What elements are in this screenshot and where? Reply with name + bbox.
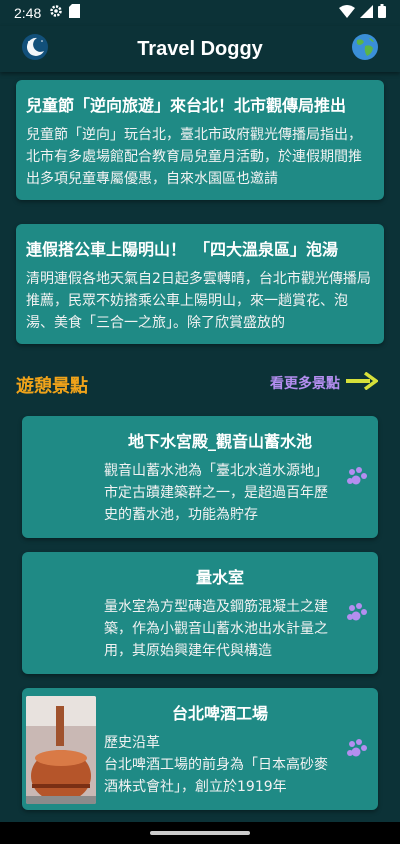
status-time: 2:48 <box>14 5 42 21</box>
arrow-right-icon <box>346 371 379 394</box>
status-bar: 2:48 <box>0 0 400 26</box>
news-title: 兒童節「逆向旅遊」來台北！北市觀傳局推出 <box>26 96 347 115</box>
wifi-icon <box>339 4 355 22</box>
battery-icon <box>378 4 386 22</box>
app-bar: Travel Doggy <box>0 26 400 72</box>
paw-icon[interactable] <box>346 602 368 624</box>
signal-icon <box>360 4 373 22</box>
section-title: 遊憩景點 <box>16 376 88 397</box>
spot-card[interactable]: 量水室 量水室為方型磚造及鋼筋混凝土之建築，作為小觀音山蓄水池出水計量之用，其原… <box>22 552 378 674</box>
spot-description: 觀音山蓄水池為「臺北水道水源地」市定古蹟建築群之一，是超過百年歷史的蓄水池，功能… <box>104 463 328 523</box>
news-title: 連假搭公車上陽明山！ 「四大溫泉區」泡湯 <box>26 240 339 259</box>
spot-subtitle: 歷史沿革 <box>104 735 160 751</box>
sim-card-icon <box>69 4 81 22</box>
spot-description: 量水室為方型磚造及鋼筋混凝土之建築，作為小觀音山蓄水池出水計量之用，其原始興建年… <box>104 599 328 659</box>
spot-title: 量水室 <box>195 568 244 587</box>
news-card[interactable]: 兒童節「逆向旅遊」來台北！北市觀傳局推出 兒童節「逆向」玩台北，臺北市政府觀光傳… <box>16 80 384 200</box>
app-title: Travel Doggy <box>137 37 263 60</box>
news-body: 清明連假各地天氣自2日起多雲轉晴，台北市觀光傳播局推薦，民眾不妨搭乘公車上陽明山… <box>26 271 371 331</box>
spot-card[interactable]: 地下水宮殿_觀音山蓄水池 觀音山蓄水池為「臺北水道水源地」市定古蹟建築群之一，是… <box>22 416 378 538</box>
spot-photo <box>26 696 96 804</box>
spot-description: 歷史沿革 台北啤酒工場的前身為「日本高砂麥酒株式會社」，創立於1919年 <box>104 732 338 798</box>
settings-icon <box>49 4 63 22</box>
see-more-button[interactable]: 看更多景點 <box>270 371 379 394</box>
spot-description-text: 台北啤酒工場的前身為「日本高砂麥酒株式會社」，創立於1919年 <box>104 757 328 795</box>
spot-title: 台北啤酒工場 <box>171 704 268 723</box>
moon-icon[interactable] <box>20 32 50 62</box>
spot-title: 地下水宮殿_觀音山蓄水池 <box>127 432 312 451</box>
news-body: 兒童節「逆向」玩台北，臺北市政府觀光傳播局指出，北市有多處場館配合教育局兒童月活… <box>26 127 362 187</box>
news-card[interactable]: 連假搭公車上陽明山！ 「四大溫泉區」泡湯 清明連假各地天氣自2日起多雲轉晴，台北… <box>16 224 384 344</box>
paw-icon[interactable] <box>346 738 368 760</box>
main-content[interactable]: 兒童節「逆向旅遊」來台北！北市觀傳局推出 兒童節「逆向」玩台北，臺北市政府觀光傳… <box>0 72 400 822</box>
see-more-label: 看更多景點 <box>270 376 340 392</box>
globe-icon[interactable] <box>350 32 380 62</box>
home-gesture-pill[interactable] <box>150 831 250 835</box>
paw-icon[interactable] <box>346 466 368 488</box>
navigation-bar <box>0 822 400 844</box>
spot-card[interactable]: 台北啤酒工場 歷史沿革 台北啤酒工場的前身為「日本高砂麥酒株式會社」，創立於19… <box>22 688 378 810</box>
section-header: 遊憩景點 看更多景點 <box>0 370 400 400</box>
